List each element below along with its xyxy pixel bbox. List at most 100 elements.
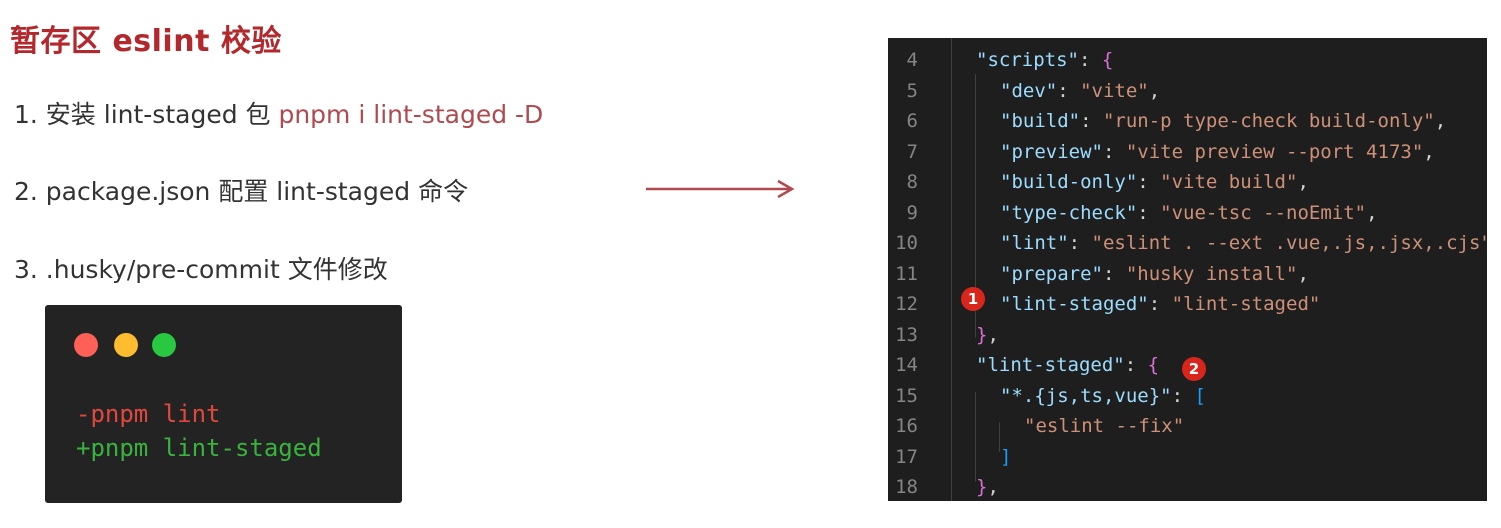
- line-number: 15: [895, 384, 918, 407]
- line-number: 12: [895, 293, 918, 315]
- code-token: :: [1080, 110, 1103, 132]
- line-number: 7: [906, 140, 918, 163]
- code-content: "*.{js,ts,vue}": [: [1000, 381, 1206, 411]
- step-install: 1. 安装 lint-staged 包 pnpm i lint-staged -…: [14, 95, 543, 131]
- code-content: "build": "run-p type-check build-only",: [1000, 106, 1446, 136]
- code-content: "type-check": "vue-tsc --noEmit",: [1000, 198, 1378, 228]
- line-number: 8: [906, 171, 918, 193]
- code-line: 13},: [888, 320, 1487, 350]
- code-line: 10 "lint": "eslint . --ext .vue,.js,.jsx,…: [888, 228, 1487, 258]
- code-content: "build-only": "vite build",: [1000, 167, 1309, 197]
- close-dot-icon: [74, 333, 98, 357]
- code-line: 17]: [888, 442, 1487, 472]
- code-content: "scripts": {: [976, 45, 1113, 75]
- code-editor: 18}, 17] 16 "eslint --fix" 15 "*.{js,ts,vue}"…: [888, 38, 1487, 501]
- code-token: "dev": [1000, 79, 1058, 102]
- code-line: 4 "scripts": {: [888, 45, 1487, 75]
- line-number: 6: [906, 110, 918, 132]
- code-token: ,: [1297, 171, 1309, 193]
- step-text: 3. .husky/pre-commit 文件修改: [14, 255, 388, 284]
- code-token: :: [1078, 49, 1102, 71]
- code-token: "eslint . --ext .vue,.js,.jsx,.cjs": [1091, 232, 1487, 254]
- code-line: 11 "prepare": "husky install",: [888, 259, 1487, 289]
- code-token: ,: [1434, 110, 1447, 132]
- code-token: :: [1102, 262, 1126, 285]
- code-token: "husky install": [1125, 262, 1298, 285]
- code-token: ,: [1366, 201, 1378, 224]
- code-line: 6 "build": "run-p type-check build-only",: [888, 106, 1487, 136]
- code-token: "run-p type-check build-only": [1102, 110, 1435, 132]
- code-content: "lint-staged": {: [976, 350, 1159, 380]
- code-token: {: [1147, 354, 1160, 376]
- code-content: "dev": "vite",: [1000, 76, 1160, 106]
- step-text: 1. 安装 lint-staged 包: [14, 100, 279, 129]
- code-token: :: [1148, 293, 1172, 315]
- line-number: 16: [895, 415, 918, 437]
- indent-guide: [999, 422, 1000, 452]
- code-content: "eslint --fix": [1024, 411, 1184, 441]
- code-token: "*.{js,ts,vue}": [1000, 384, 1172, 407]
- code-token: "vue-tsc --noEmit": [1160, 201, 1367, 224]
- line-number: 10: [895, 232, 918, 254]
- line-number: 14: [895, 354, 918, 376]
- code-token: ,: [1148, 79, 1161, 102]
- code-token: ]: [1000, 445, 1012, 468]
- code-content: "prepare": "husky install",: [1000, 259, 1309, 289]
- terminal-window: -pnpm lint +pnpm lint-staged: [45, 305, 402, 503]
- line-number: 18: [895, 476, 918, 498]
- code-line: 8 "build-only": "vite build",: [888, 167, 1487, 197]
- line-number: 9: [906, 201, 918, 224]
- code-content: },: [976, 320, 999, 350]
- code-token: ,: [987, 476, 999, 498]
- arrow-right-icon: [646, 179, 795, 199]
- code-token: :: [1124, 354, 1148, 376]
- code-token: "lint-staged": [1000, 293, 1149, 315]
- code-line: 7 "preview": "vite preview --port 4173",: [888, 137, 1487, 167]
- code-content: ]: [1000, 442, 1011, 472]
- code-token: ,: [987, 323, 999, 346]
- code-token: }: [976, 476, 988, 498]
- code-token: :: [1137, 171, 1161, 193]
- code-line: 16 "eslint --fix": [888, 411, 1487, 441]
- code-token: "vite": [1080, 79, 1149, 102]
- terminal-removed-line: -pnpm lint: [76, 400, 221, 428]
- code-token: [: [1194, 384, 1206, 407]
- code-line: 5 "dev": "vite",: [888, 76, 1487, 106]
- code-line: 9 "type-check": "vue-tsc --noEmit",: [888, 198, 1487, 228]
- code-token: "prepare": [1000, 262, 1103, 285]
- step-config: 2. package.json 配置 lint-staged 命令: [14, 172, 468, 208]
- code-token: "eslint --fix": [1024, 415, 1185, 437]
- indent-guide: [951, 38, 952, 501]
- line-number: 11: [895, 262, 918, 285]
- code-token: :: [1068, 232, 1092, 254]
- code-content: },: [976, 472, 999, 501]
- line-number: 5: [906, 79, 918, 102]
- step-pre-commit: 3. .husky/pre-commit 文件修改: [14, 250, 388, 286]
- line-number: 13: [895, 323, 918, 346]
- code-token: {: [1101, 49, 1114, 71]
- maximize-dot-icon: [152, 333, 176, 357]
- code-token: :: [1057, 79, 1081, 102]
- code-token: "type-check": [1000, 201, 1138, 224]
- code-token: "preview": [1000, 140, 1103, 163]
- step-text: 2. package.json 配置 lint-staged 命令: [14, 177, 469, 206]
- code-content: "preview": "vite preview --port 4173",: [1000, 137, 1435, 167]
- code-line: 18},: [888, 472, 1487, 501]
- code-token: "build-only": [1000, 171, 1138, 193]
- code-token: :: [1137, 201, 1161, 224]
- terminal-added-line: +pnpm lint-staged: [76, 434, 322, 462]
- code-token: "vite preview --port 4173": [1125, 140, 1424, 163]
- code-line: 15 "*.{js,ts,vue}": [: [888, 381, 1487, 411]
- code-token: "scripts": [976, 49, 1079, 71]
- code-token: ,: [1297, 262, 1309, 285]
- slide-title: 暂存区 eslint 校验: [10, 24, 282, 59]
- step-command: pnpm i lint-staged -D: [278, 100, 544, 129]
- line-number: 4: [906, 49, 918, 71]
- code-token: "lint-staged": [1171, 293, 1321, 315]
- code-content: "lint-staged": "lint-staged": [1000, 289, 1320, 319]
- code-token: :: [1171, 384, 1195, 407]
- code-token: :: [1102, 140, 1126, 163]
- code-token: "build": [1000, 110, 1081, 132]
- indent-guide: [975, 392, 976, 482]
- code-token: "lint-staged": [976, 354, 1125, 376]
